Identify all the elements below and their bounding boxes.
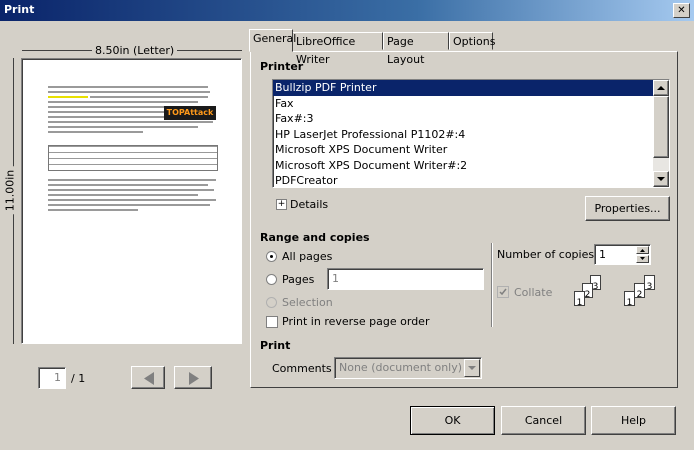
printer-item[interactable]: Fax	[273, 96, 653, 112]
collate-label: Collate	[514, 286, 553, 299]
page-total-label: / 1	[71, 372, 86, 385]
doc-line	[48, 106, 178, 108]
scroll-up-icon	[657, 86, 665, 90]
copies-spinbox[interactable]: 1	[594, 244, 651, 265]
preview-width-label: 8.50in (Letter)	[92, 44, 178, 57]
properties-button[interactable]: Properties...	[585, 196, 670, 221]
preview-badge: TOPAttack	[164, 106, 216, 120]
printer-item[interactable]: PDFCreator	[273, 173, 653, 187]
page-number-input[interactable]: 1	[38, 367, 66, 389]
doc-line	[48, 116, 168, 118]
title-bar: Print ✕	[0, 0, 694, 21]
doc-line	[48, 179, 216, 181]
pages-input[interactable]: 1	[327, 268, 484, 290]
doc-line	[90, 96, 208, 98]
selection-radio[interactable]	[266, 297, 277, 308]
selection-label: Selection	[282, 296, 333, 309]
pages-label[interactable]: Pages	[282, 273, 314, 286]
printer-items: Bullzip PDF Printer Fax Fax#:3 HP LaserJet …	[273, 80, 653, 187]
doc-line	[48, 189, 214, 191]
doc-highlight	[48, 96, 88, 98]
uncollated-pages-icon: 3 2 1	[620, 275, 662, 310]
tab-libreoffice-writer[interactable]: LibreOffice Writer	[292, 32, 383, 66]
spin-down-icon	[640, 257, 645, 260]
spin-down-button[interactable]	[636, 255, 649, 263]
expand-plus-icon: +	[276, 199, 287, 210]
page-preview: TOPAttack	[21, 58, 242, 344]
tab-options[interactable]: Options	[449, 32, 495, 50]
collated-pages-icon: 3 2 1	[570, 275, 612, 310]
comments-value: None (document only)	[339, 361, 463, 374]
reverse-order-checkbox[interactable]	[266, 316, 278, 328]
printer-list-scrollbar[interactable]	[653, 80, 669, 187]
ok-button[interactable]: OK	[410, 406, 495, 435]
all-pages-radio[interactable]	[266, 251, 277, 262]
scroll-down-icon	[657, 177, 665, 181]
doc-line	[48, 204, 210, 206]
all-pages-label[interactable]: All pages	[282, 250, 332, 263]
chevron-left-icon	[144, 372, 154, 385]
printer-list[interactable]: Bullzip PDF Printer Fax Fax#:3 HP LaserJet …	[272, 79, 670, 188]
doc-line	[48, 194, 198, 196]
doc-line	[48, 101, 198, 103]
printer-item[interactable]: Microsoft XPS Document Writer	[273, 142, 653, 158]
doc-line	[48, 86, 208, 88]
doc-line	[48, 184, 208, 186]
printer-item[interactable]: Fax#:3	[273, 111, 653, 127]
printer-item[interactable]: Microsoft XPS Document Writer#:2	[273, 158, 653, 174]
previous-page-button[interactable]	[131, 366, 165, 389]
comments-dropdown: None (document only)	[334, 357, 482, 379]
chevron-right-icon	[189, 372, 199, 385]
printer-item[interactable]: Bullzip PDF Printer	[273, 80, 653, 96]
print-section-label: Print	[260, 339, 291, 352]
doc-line	[48, 131, 143, 133]
scroll-thumb[interactable]	[653, 96, 669, 158]
page-number-value: 1	[54, 371, 61, 384]
reverse-order-label[interactable]: Print in reverse page order	[282, 315, 429, 328]
pages-input-value: 1	[332, 272, 339, 285]
doc-line	[48, 91, 210, 93]
scroll-down-button[interactable]	[653, 171, 669, 187]
doc-line	[48, 126, 198, 128]
doc-line	[48, 199, 216, 201]
copies-label: Number of copies	[497, 248, 595, 261]
doc-line	[48, 121, 213, 123]
pages-radio[interactable]	[266, 274, 277, 285]
checkmark-icon	[499, 288, 507, 296]
tab-page-layout[interactable]: Page Layout	[383, 32, 449, 66]
spin-up-icon	[640, 249, 645, 252]
collate-checkbox	[497, 286, 509, 298]
cancel-button[interactable]: Cancel	[501, 406, 586, 435]
scroll-up-button[interactable]	[653, 80, 669, 96]
range-section-label: Range and copies	[260, 231, 370, 244]
printer-section-label: Printer	[260, 60, 304, 73]
doc-line	[48, 209, 138, 211]
details-label: Details	[290, 198, 329, 211]
help-button[interactable]: Help	[591, 406, 676, 435]
printer-item[interactable]: HP LaserJet Professional P1102#:4	[273, 127, 653, 143]
preview-badge-text: TOPAttack	[166, 108, 214, 117]
close-icon[interactable]: ✕	[673, 3, 690, 18]
next-page-button[interactable]	[174, 366, 212, 389]
preview-height-label: 11.00in	[3, 166, 17, 215]
section-divider	[491, 243, 493, 327]
window-title: Print	[4, 3, 35, 16]
copies-value: 1	[599, 248, 606, 261]
tab-general[interactable]: General	[249, 29, 296, 52]
preview-table	[48, 145, 218, 171]
comments-label: Comments	[272, 362, 332, 375]
chevron-down-icon	[468, 366, 476, 370]
spin-up-button[interactable]	[636, 246, 649, 254]
dropdown-button	[464, 359, 480, 377]
